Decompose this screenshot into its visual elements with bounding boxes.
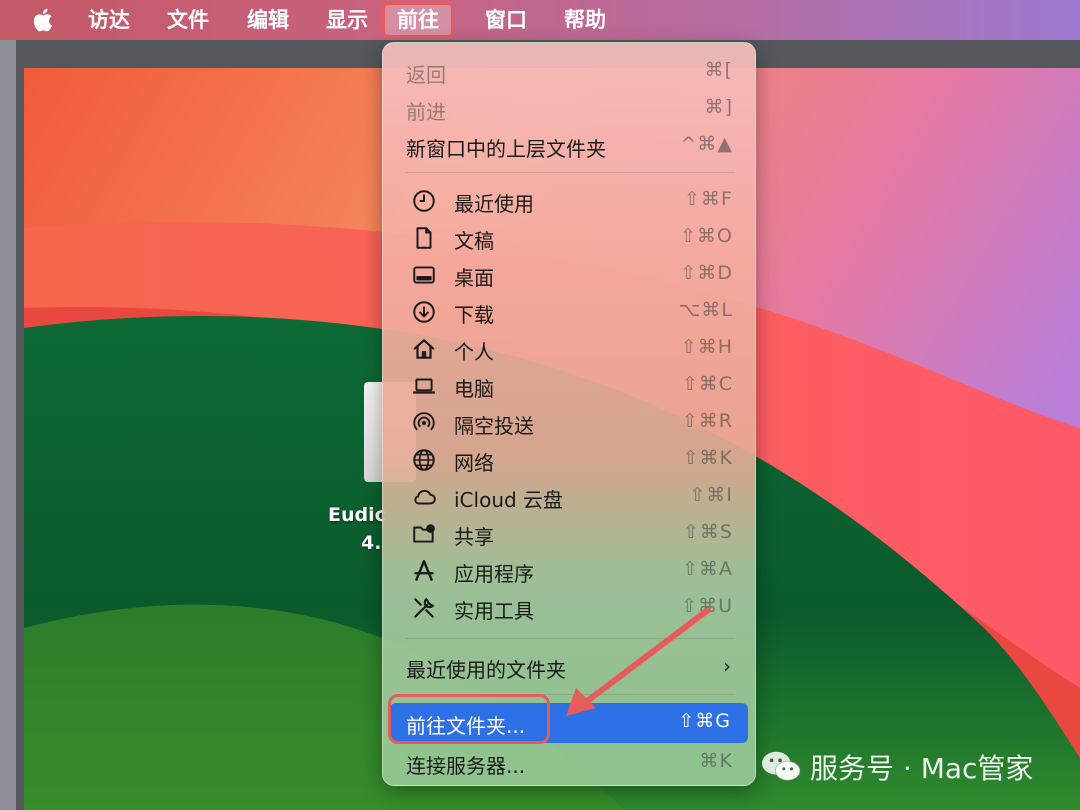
menu-item-shortcut: ⇧⌘C [681, 373, 733, 395]
menu-item-connect-server[interactable]: 连接服务器... ⌘K [383, 744, 757, 781]
menu-item-label: 最近使用 [454, 192, 534, 216]
menu-item-desktop[interactable]: 桌面 ⇧⌘D [383, 256, 757, 293]
download-icon [411, 299, 437, 325]
menu-item-label: 前进 [406, 100, 446, 124]
applications-icon [411, 558, 437, 584]
desktop-app-icon[interactable]: Eudic 4. [328, 382, 416, 554]
menu-item-label: 个人 [454, 340, 494, 364]
menu-bar: 访达 文件 编辑 显示 前往 窗口 帮助 [0, 0, 1080, 40]
globe-icon [411, 447, 437, 473]
menu-item-documents[interactable]: 文稿 ⇧⌘O [383, 219, 757, 256]
watermark: 服务号 · Mac管家 [760, 745, 1033, 789]
menu-item-airdrop[interactable]: 隔空投送 ⇧⌘R [383, 404, 757, 441]
menu-item-label: 桌面 [454, 266, 494, 290]
app-name-line1: Eudic [328, 504, 386, 526]
menu-item-label: 实用工具 [454, 599, 534, 623]
menu-window[interactable]: 窗口 [485, 0, 527, 40]
menu-item-label: 网络 [454, 451, 494, 475]
menu-item-label: iCloud 云盘 [454, 488, 564, 512]
menu-item-home[interactable]: 个人 ⇧⌘H [383, 330, 757, 367]
menu-file[interactable]: 文件 [167, 0, 209, 40]
menu-item-shortcut: ⇧⌘S [683, 521, 733, 543]
annotation-highlight-box [388, 694, 550, 744]
airdrop-icon [411, 410, 437, 436]
menu-item-forward[interactable]: 前进 ⌘] [383, 90, 757, 127]
shared-folder-icon [411, 521, 437, 547]
watermark-text: 服务号 · Mac管家 [810, 752, 1034, 785]
menu-item-shortcut: ⇧⌘F [684, 188, 733, 210]
menu-item-shortcut: ⌘[ [704, 59, 733, 81]
menu-item-label: 电脑 [454, 377, 494, 401]
home-icon [411, 336, 437, 362]
app-name-line2: 4. [361, 532, 382, 554]
menu-go[interactable]: 前往 [382, 2, 454, 38]
document-icon [411, 225, 437, 251]
menu-item-shortcut: ⇧⌘A [682, 558, 733, 580]
laptop-icon [411, 373, 437, 399]
menu-item-shortcut: ⌘] [704, 96, 733, 118]
menu-item-shortcut: ⇧⌘I [689, 484, 733, 506]
menu-item-icloud-drive[interactable]: iCloud 云盘 ⇧⌘I [383, 478, 757, 515]
menu-item-shortcut: ⇧⌘K [682, 447, 733, 469]
menu-item-back[interactable]: 返回 ⌘[ [383, 53, 757, 90]
menu-item-computer[interactable]: 电脑 ⇧⌘C [383, 367, 757, 404]
menu-item-label: 下载 [454, 303, 494, 327]
menu-item-enclosing-folder[interactable]: 新窗口中的上层文件夹 ^⌘▲ [383, 127, 757, 164]
menu-item-label: 最近使用的文件夹 [406, 658, 566, 682]
menu-item-shortcut: ⇧⌘D [680, 262, 733, 284]
desktop-icon [411, 262, 437, 288]
menu-item-label: 应用程序 [454, 562, 534, 586]
menu-item-shortcut: ^⌘▲ [680, 133, 733, 155]
menu-help[interactable]: 帮助 [564, 0, 606, 40]
menu-edit[interactable]: 编辑 [247, 0, 289, 40]
menu-item-label: 新窗口中的上层文件夹 [406, 137, 606, 161]
annotation-arrow [566, 607, 711, 716]
apple-logo-icon[interactable] [30, 6, 58, 34]
menu-item-label: 隔空投送 [454, 414, 534, 438]
menu-view[interactable]: 显示 [326, 0, 368, 40]
menu-item-shortcut: ⌥⌘L [678, 299, 733, 321]
chevron-right-icon: › [723, 654, 731, 678]
menu-item-label: 返回 [406, 63, 446, 87]
wechat-logo-icon [762, 751, 801, 781]
cloud-icon [411, 484, 437, 510]
menu-item-shortcut: ⌘K [699, 750, 733, 772]
menu-finder[interactable]: 访达 [88, 0, 130, 40]
menu-item-label: 共享 [454, 525, 494, 549]
utilities-icon [411, 595, 437, 621]
menu-item-shared[interactable]: 共享 ⇧⌘S [383, 515, 757, 552]
menu-item-applications[interactable]: 应用程序 ⇧⌘A [383, 552, 757, 589]
menu-item-label: 文稿 [454, 229, 494, 253]
menu-item-shortcut: ⇧⌘R [681, 410, 733, 432]
menu-separator [405, 172, 735, 173]
menu-item-label: 连接服务器... [406, 754, 526, 778]
menu-item-recents[interactable]: 最近使用 ⇧⌘F [383, 182, 757, 219]
menu-item-network[interactable]: 网络 ⇧⌘K [383, 441, 757, 478]
clock-icon [411, 188, 437, 214]
menu-item-downloads[interactable]: 下载 ⌥⌘L [383, 293, 757, 330]
menu-item-shortcut: ⇧⌘O [680, 225, 733, 247]
menu-item-shortcut: ⇧⌘H [680, 336, 733, 358]
